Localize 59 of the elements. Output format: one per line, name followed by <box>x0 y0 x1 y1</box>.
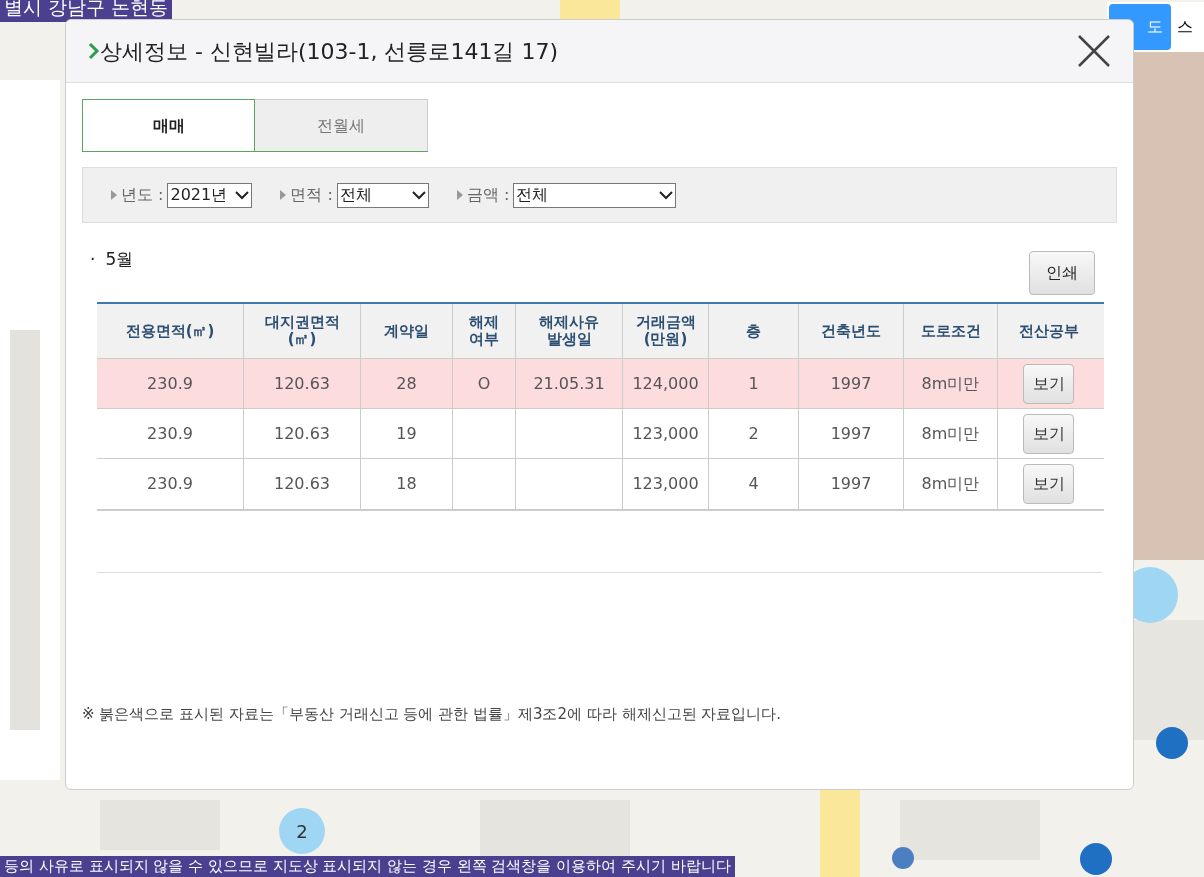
column-header: 층 <box>746 322 761 340</box>
column-header: 전산공부 <box>1018 322 1079 340</box>
table-cell-text: 8m미만 <box>921 422 980 445</box>
table-cell-text: 19 <box>396 422 417 445</box>
print-button[interactable]: 인쇄 <box>1029 251 1095 295</box>
chevron-icon <box>88 42 100 60</box>
table-cell-text: 18 <box>396 473 417 495</box>
tab[interactable]: 매매 <box>82 99 255 151</box>
chevron-down-icon <box>411 190 426 200</box>
view-button[interactable]: 보기 <box>1023 413 1074 454</box>
triangle-icon <box>111 190 117 200</box>
filter-select[interactable]: 전체 <box>336 182 429 208</box>
column-header: 계약일 <box>384 322 429 340</box>
table-cell-text: 8m미만 <box>921 372 980 395</box>
view-button[interactable]: 보기 <box>1023 464 1074 504</box>
region-banner: 별시 강남구 논현동 <box>0 0 173 22</box>
filter-label: 금액 : <box>466 184 510 206</box>
table-cell-text: 2 <box>748 422 759 445</box>
notice-banner: 등의 사유로 표시되지 않을 수 있으므로 지도상 표시되지 않는 경우 왼쪽 검색창을 이용하여 주시기 바랍니다 <box>0 856 735 877</box>
tab[interactable]: 전월세 <box>255 99 428 151</box>
table-cell-text: 1997 <box>830 372 872 395</box>
table-cell-text: 8m미만 <box>921 473 980 495</box>
chevron-down-icon <box>659 190 674 200</box>
chevron-down-icon <box>235 190 250 200</box>
dialog-title: 상세정보 - 신현빌라(103-1, 선릉로141길 17) <box>100 37 558 66</box>
filter-label: 년도 : <box>121 184 164 206</box>
table-cell-text: 21.05.31 <box>533 372 605 395</box>
column-header: 거래금액 (만원) <box>635 314 696 348</box>
table-cell-text: 1 <box>748 372 759 395</box>
table-cell-text: 230.9 <box>147 473 193 495</box>
table-cell-text: 1997 <box>830 422 872 445</box>
view-button[interactable]: 보기 <box>1023 363 1074 404</box>
table-cell-text: 120.63 <box>274 473 330 495</box>
table-cell-text: 120.63 <box>274 372 330 395</box>
column-header: 해제 여부 <box>469 314 499 348</box>
filter-select[interactable]: 2021년 <box>167 182 253 208</box>
triangle-icon <box>456 190 463 200</box>
table-cell-text: 230.9 <box>147 372 193 395</box>
column-header: 전용면적(㎡) <box>125 322 215 340</box>
table-cell-text: 124,000 <box>632 372 699 395</box>
column-header: 대지권면적 (㎡) <box>264 314 340 348</box>
filter-label: 면적 : <box>290 184 333 206</box>
table-cell-text: 123,000 <box>632 473 699 495</box>
table-cell-text: 123,000 <box>632 422 699 445</box>
table-cell-text: 4 <box>748 473 759 495</box>
column-header: 도로조건 <box>920 322 981 340</box>
column-header: 건축년도 <box>821 322 881 340</box>
month-label: 5월 <box>105 248 134 271</box>
table-cell-text: 230.9 <box>147 422 193 445</box>
filter-select[interactable]: 전체 <box>513 182 677 208</box>
column-header: 해제사유 발생일 <box>539 314 599 348</box>
footnote: ※ 붉은색으로 표시된 자료는「부동산 거래신고 등에 관한 법률」제3조2에 따라 해제신고된 자료입니다. <box>82 703 783 725</box>
triangle-icon <box>280 190 287 200</box>
table-cell-text: 28 <box>396 372 417 395</box>
table-cell-text: 120.63 <box>274 422 330 445</box>
table-cell-text: O <box>477 372 491 395</box>
bullet: · <box>90 248 96 271</box>
table-cell-text: 1997 <box>830 473 872 495</box>
close-icon[interactable] <box>1077 34 1111 68</box>
